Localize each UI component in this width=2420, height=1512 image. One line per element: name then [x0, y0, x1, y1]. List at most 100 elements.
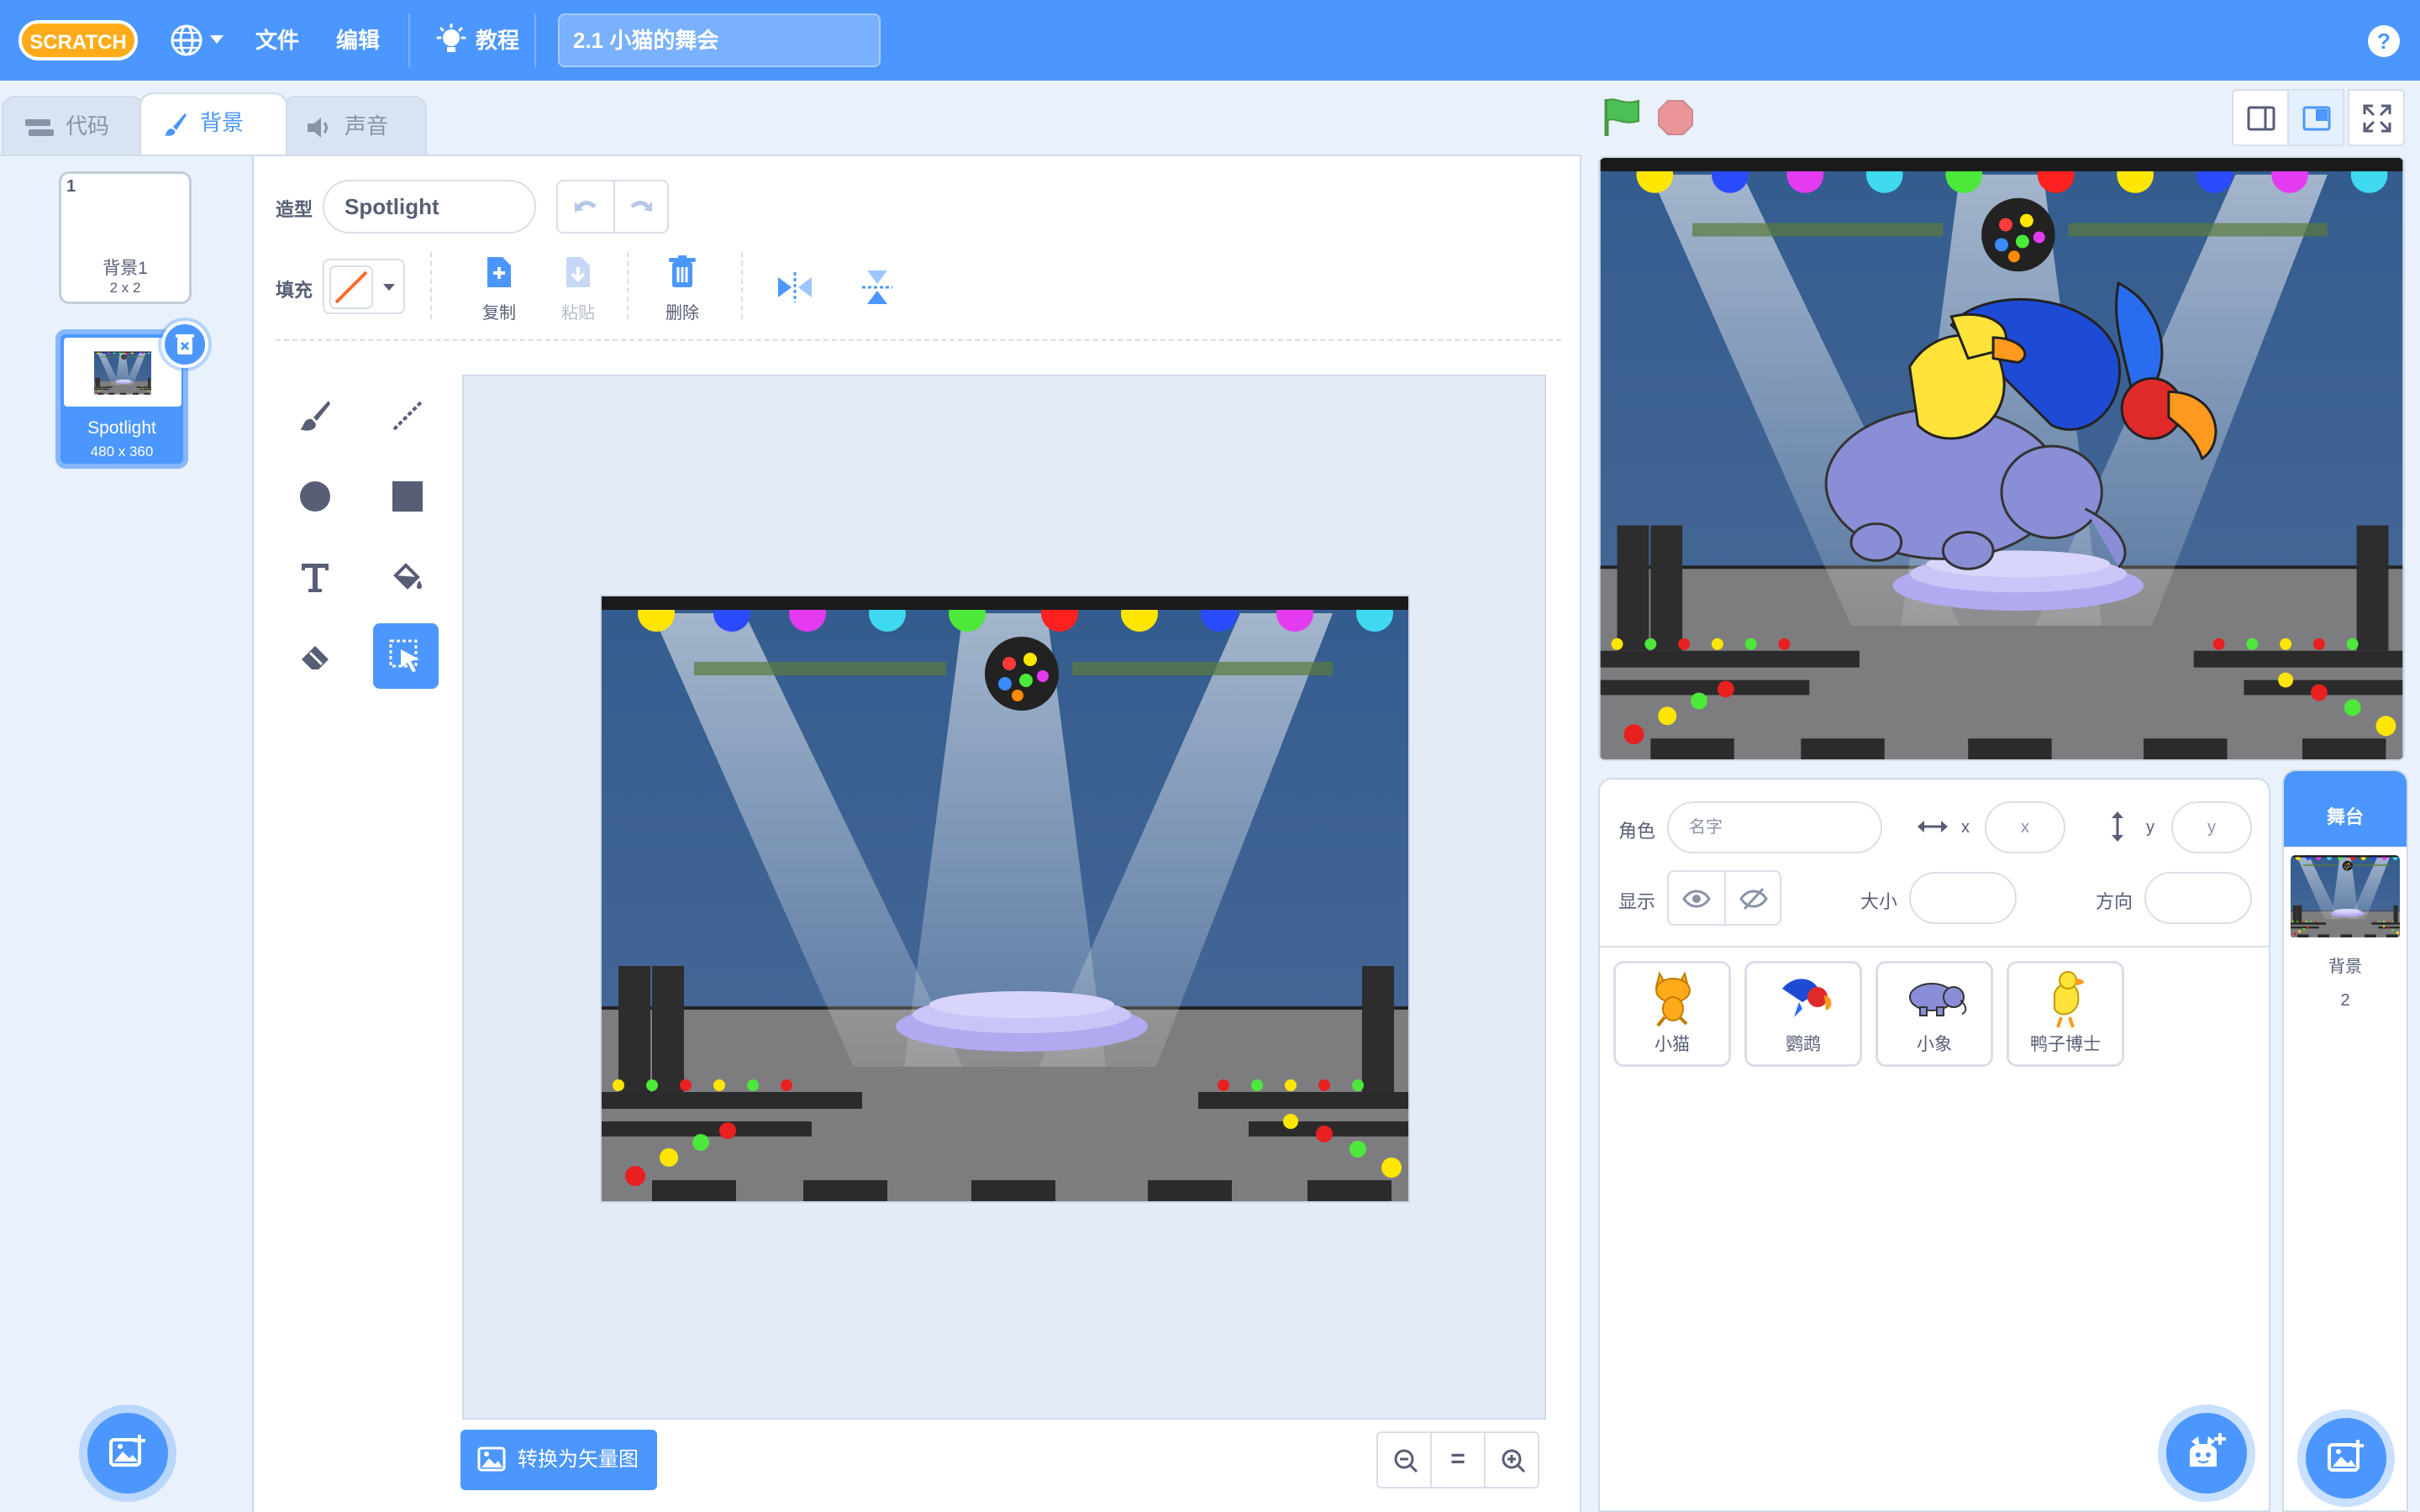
scratch-logo[interactable]: SCRATCH	[18, 17, 138, 64]
tab-code-label: 代码	[66, 113, 110, 139]
zoom-out-button[interactable]	[1376, 1431, 1432, 1488]
undo-icon[interactable]	[573, 197, 598, 218]
image-icon	[477, 1446, 506, 1472]
backdrop-size: 480 x 360	[90, 444, 154, 459]
rectangle-icon	[392, 481, 423, 512]
backdrop-name: Spotlight	[87, 418, 156, 438]
zoom-in-button[interactable]	[1484, 1431, 1539, 1488]
eraser-icon	[302, 646, 329, 669]
eye-hidden-icon[interactable]	[1739, 887, 1768, 911]
delete-button[interactable]: 删除	[649, 255, 716, 323]
code-blocks-icon	[25, 119, 54, 137]
sprite-card-cat[interactable]: 小猫	[1613, 961, 1731, 1067]
stop-icon	[1658, 100, 1693, 135]
choose-backdrop-button[interactable]	[87, 1413, 168, 1494]
backdrop-size: 2 x 2	[109, 280, 141, 296]
fill-tool[interactable]	[375, 544, 440, 610]
show-label: 显示	[1618, 891, 1656, 912]
direction-input[interactable]	[2144, 872, 2252, 924]
eraser-tool[interactable]	[282, 625, 348, 690]
zoom-out-icon	[1394, 1449, 1418, 1473]
full-screen-button[interactable]	[2348, 89, 2405, 146]
x-label: x	[1961, 818, 1970, 837]
choose-stage-backdrop-button[interactable]	[2306, 1418, 2386, 1499]
logo-text: SCRATCH	[29, 31, 127, 54]
backdrop-list: 1 背景1 2 x 2 2 2 Spotlight 480 x 360	[0, 155, 254, 1512]
sprite-info: 角色 名字 x x y y 显示 大小 方向	[1600, 780, 2269, 948]
duck-icon	[2054, 971, 2084, 1028]
cat-icon	[1655, 971, 1691, 1027]
x-position-icon	[1918, 821, 1948, 832]
file-menu[interactable]: 文件	[255, 0, 299, 81]
zoom-reset-button[interactable]: =	[1430, 1431, 1486, 1488]
flip-horizontal-button[interactable]	[776, 269, 813, 306]
flip-vertical-icon	[862, 270, 892, 304]
tab-sounds-label: 声音	[345, 113, 389, 139]
green-flag-button[interactable]	[1602, 96, 1644, 139]
tab-backdrops-label: 背景	[200, 110, 245, 135]
select-tool[interactable]	[373, 623, 439, 689]
globe-icon	[171, 24, 203, 56]
add-sprite-cat-icon	[2190, 1433, 2226, 1467]
normal-stage-button[interactable]	[2287, 89, 2344, 146]
stop-button[interactable]	[1657, 99, 1694, 136]
eye-icon[interactable]	[1682, 889, 1711, 909]
sprite-name: 小猫	[1655, 1035, 1690, 1054]
copy-button[interactable]: 复制	[466, 255, 533, 323]
convert-to-vector-button[interactable]: 转换为矢量图	[460, 1430, 657, 1490]
size-input[interactable]	[1909, 872, 2017, 924]
delete-label: 删除	[666, 304, 699, 323]
backdrop-artwork[interactable]	[600, 595, 1410, 1205]
fill-label: 填充	[276, 280, 313, 301]
text-icon	[302, 564, 329, 592]
stage-backdrops-label: 背景	[2328, 958, 2362, 976]
undo-redo-group	[556, 180, 669, 234]
speaker-icon	[308, 118, 328, 139]
fill-color-picker[interactable]	[323, 259, 405, 314]
paste-icon	[566, 257, 590, 287]
flip-vertical-button[interactable]	[859, 269, 896, 306]
brush-icon	[300, 401, 330, 431]
costume-name-input[interactable]: Spotlight	[323, 180, 536, 234]
convert-label: 转换为矢量图	[518, 1448, 639, 1471]
backdrop-thumb-1[interactable]: 1 背景1 2 x 2	[59, 171, 192, 304]
circle-tool[interactable]	[282, 464, 348, 529]
edit-menu[interactable]: 编辑	[336, 0, 380, 81]
small-stage-button[interactable]	[2232, 89, 2289, 146]
delete-backdrop-button[interactable]	[161, 321, 208, 368]
line-icon	[392, 401, 423, 431]
sprite-name-input[interactable]: 名字	[1667, 801, 1882, 853]
no-fill-swatch-icon	[329, 265, 373, 309]
stage-target-pane[interactable]: 舞台 背景 2	[2282, 769, 2408, 1512]
stage-canvas[interactable]	[1598, 156, 2405, 761]
tab-code[interactable]: 代码	[2, 96, 145, 155]
y-input[interactable]: y	[2171, 801, 2252, 853]
help-icon[interactable]: ?	[2368, 25, 2400, 57]
rectangle-tool[interactable]	[375, 464, 440, 529]
circle-icon	[300, 481, 330, 512]
trash-icon	[176, 334, 194, 354]
paste-button[interactable]: 粘贴	[544, 255, 612, 323]
tab-sounds[interactable]: 声音	[282, 96, 427, 155]
y-label: y	[2146, 818, 2154, 837]
project-title-input[interactable]: 2.1 小猫的舞会	[558, 13, 881, 67]
add-image-icon	[109, 1435, 145, 1467]
sprite-card-parrot[interactable]: 鹦鹉	[1744, 961, 1862, 1067]
tab-backdrops[interactable]: 背景	[139, 92, 287, 155]
language-menu[interactable]	[170, 24, 229, 57]
parrot-icon	[1782, 979, 1832, 1017]
brush-tool[interactable]	[282, 383, 348, 449]
choose-sprite-button[interactable]	[2166, 1413, 2247, 1494]
redo-icon[interactable]	[629, 197, 654, 218]
elephant-icon	[1909, 983, 1967, 1016]
flip-horizontal-icon	[778, 272, 812, 302]
paste-label: 粘贴	[561, 304, 595, 323]
text-tool[interactable]	[282, 544, 348, 610]
caret-down-icon	[383, 284, 395, 291]
backdrop-name: 背景1	[103, 259, 148, 278]
line-tool[interactable]	[375, 383, 440, 449]
full-screen-icon	[2363, 104, 2391, 133]
x-input[interactable]: x	[1985, 801, 2065, 853]
sprite-card-elephant[interactable]: 小象	[1876, 961, 1993, 1067]
sprite-card-duck[interactable]: 鸭子博士	[2007, 961, 2124, 1067]
